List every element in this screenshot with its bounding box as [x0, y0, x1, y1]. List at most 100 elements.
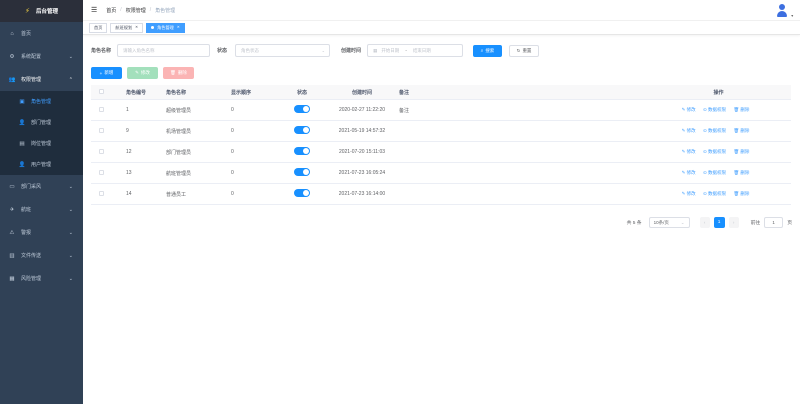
status-switch[interactable]: [294, 168, 310, 176]
tag-home[interactable]: 首页: [89, 22, 108, 33]
sidebar-item-flight[interactable]: ✈ 航班 ⌄: [0, 198, 83, 221]
created-time: 2021-05-19 14:57:32: [338, 128, 386, 134]
reset-button[interactable]: ↻ 重置: [509, 44, 540, 57]
next-page-button[interactable]: ›: [728, 217, 739, 228]
edit-button[interactable]: ✎ 修改: [127, 67, 158, 79]
role-sort: 0: [231, 128, 234, 134]
breadcrumb-home[interactable]: 首页: [106, 7, 116, 14]
edit-link[interactable]: ✎ 修改: [682, 107, 696, 112]
status-select[interactable]: 角色状态 ⌄: [235, 44, 331, 57]
delete-link[interactable]: 🗑 删除: [733, 107, 749, 112]
chevron-up-icon: ⌃: [68, 76, 73, 83]
data-permission-link[interactable]: ⊙ 数据权限: [703, 149, 726, 154]
delete-link-label: 删除: [740, 191, 750, 196]
sidebar-item-user-management[interactable]: 👤 用户管理: [0, 154, 83, 175]
post-icon: ▤: [19, 140, 25, 147]
tag-role-management[interactable]: 角色管理 ✕: [146, 22, 185, 33]
user-group-icon: 👥: [8, 76, 16, 83]
delete-link[interactable]: 🗑 删除: [733, 170, 749, 175]
sidebar-item-post-management[interactable]: ▤ 岗位管理: [0, 133, 83, 154]
close-icon[interactable]: ✕: [177, 23, 180, 32]
row-checkbox[interactable]: [99, 106, 104, 112]
sidebar-item-label: 部门采风: [21, 184, 42, 190]
created-time: 2020-02-27 11:22:20: [338, 107, 386, 113]
page-number-current[interactable]: 1: [713, 217, 725, 228]
sidebar-item-risk[interactable]: ▦ 风险管理 ⌄: [0, 267, 83, 290]
sidebar-item-file-transfer[interactable]: ▥ 文件传送 ⌄: [0, 244, 83, 267]
sidebar-item-dept-collect[interactable]: ▭ 部门采风 ⌄: [0, 175, 83, 198]
edit-link-label: 修改: [686, 128, 696, 133]
select-all-checkbox[interactable]: [99, 88, 104, 94]
data-permission-link[interactable]: ⊙ 数据权限: [703, 107, 726, 112]
delete-button[interactable]: 🗑 删除: [163, 67, 194, 79]
sidebar-item-home[interactable]: ⌂ 首页: [0, 22, 83, 45]
status-switch[interactable]: [294, 147, 310, 155]
risk-icon: ▦: [9, 275, 15, 282]
status-switch[interactable]: [294, 105, 310, 113]
delete-link[interactable]: 🗑 删除: [733, 128, 749, 133]
role-sort: 0: [231, 149, 234, 155]
page-size-select[interactable]: 10条/页 ⌄: [648, 217, 690, 228]
date-range-picker[interactable]: ▦ 开始日期 - 结束日期: [367, 44, 464, 57]
sidebar-item-system-config[interactable]: ⚙ 系统配置 ⌄: [0, 45, 83, 68]
goto-page-value: 1: [772, 220, 775, 225]
role-name: 机场管理员: [166, 128, 192, 135]
column-header: 备注: [399, 89, 410, 96]
hamburger-icon[interactable]: ☰: [91, 6, 97, 14]
status-cell: [276, 168, 328, 178]
tag-flight-plan[interactable]: 航班规划 ✕: [110, 22, 144, 33]
delete-link-label: 删除: [740, 128, 750, 133]
navbar: ☰ 首页 / 权限管理 / 角色管理 ▼: [83, 0, 800, 21]
data-permission-link-label: 数据权限: [708, 149, 727, 154]
close-icon[interactable]: ✕: [135, 23, 138, 32]
breadcrumb-permission[interactable]: 权限管理: [126, 7, 146, 14]
chevron-down-icon: ⌄: [680, 219, 685, 225]
role-id: 12: [126, 149, 132, 155]
delete-link[interactable]: 🗑 删除: [733, 191, 749, 196]
caret-down-icon[interactable]: ▼: [791, 14, 794, 18]
row-checkbox[interactable]: [99, 190, 104, 196]
edit-link[interactable]: ✎ 修改: [682, 128, 696, 133]
data-permission-link[interactable]: ⊙ 数据权限: [703, 128, 726, 133]
status-placeholder: 角色状态: [241, 47, 260, 53]
goto-page-input[interactable]: 1: [764, 217, 784, 228]
delete-link[interactable]: 🗑 删除: [733, 149, 749, 154]
logo: ⚡ 后台管理: [0, 0, 83, 22]
search-button[interactable]: ⌕ 搜索: [473, 44, 503, 57]
row-checkbox[interactable]: [99, 169, 104, 175]
ops-cell: ✎ 修改 ⊙ 数据权限 🗑 删除: [646, 128, 791, 134]
row-checkbox[interactable]: [99, 127, 104, 133]
table-row: 14 普通员工 0 2021-07-23 16:14:00 ✎ 修改 ⊙ 数据权…: [91, 184, 791, 205]
row-checkbox[interactable]: [99, 148, 104, 154]
role-name-label: 角色名称: [91, 48, 112, 54]
delete-link-label: 删除: [740, 170, 750, 175]
end-date-placeholder: 结束日期: [412, 47, 431, 53]
edit-link[interactable]: ✎ 修改: [682, 170, 696, 175]
avatar[interactable]: [776, 4, 788, 17]
prev-page-button[interactable]: ‹: [699, 217, 710, 228]
edit-link[interactable]: ✎ 修改: [682, 149, 696, 154]
data-permission-link[interactable]: ⊙ 数据权限: [703, 170, 726, 175]
role-id: 9: [126, 128, 129, 134]
role-sort: 0: [231, 170, 234, 176]
tag-label: 首页: [94, 25, 103, 30]
chevron-right-icon: ›: [732, 220, 735, 225]
status-switch[interactable]: [294, 189, 310, 197]
table-header: 角色编号 角色名称 显示顺序 状态 创建时间 备注 操作: [91, 85, 791, 100]
sidebar-item-dept-management[interactable]: 👤 部门管理: [0, 112, 83, 133]
breadcrumb-separator: /: [149, 7, 152, 13]
add-button[interactable]: + 新增: [91, 67, 122, 79]
data-permission-link[interactable]: ⊙ 数据权限: [703, 191, 726, 196]
sidebar-item-alert[interactable]: ⚠ 警报 ⌄: [0, 221, 83, 244]
role-id: 14: [126, 191, 132, 197]
edit-link[interactable]: ✎ 修改: [682, 191, 696, 196]
main-area: ☰ 首页 / 权限管理 / 角色管理 ▼ 首页 航班规划 ✕ 角色管理 ✕ 角色名称…: [83, 0, 800, 404]
role-name-input[interactable]: 请输入角色名称: [117, 44, 211, 57]
edit-button-label: 修改: [140, 70, 150, 75]
refresh-icon: ↻: [516, 47, 521, 53]
sidebar-item-permission[interactable]: 👥 权限管理 ⌃: [0, 68, 83, 91]
table-row: 9 机场管理员 0 2021-05-19 14:57:32 ✎ 修改 ⊙ 数据权…: [91, 121, 791, 142]
status-switch[interactable]: [294, 126, 310, 134]
data-permission-link-label: 数据权限: [708, 191, 727, 196]
sidebar-item-role-management[interactable]: ▣ 角色管理: [0, 91, 83, 112]
